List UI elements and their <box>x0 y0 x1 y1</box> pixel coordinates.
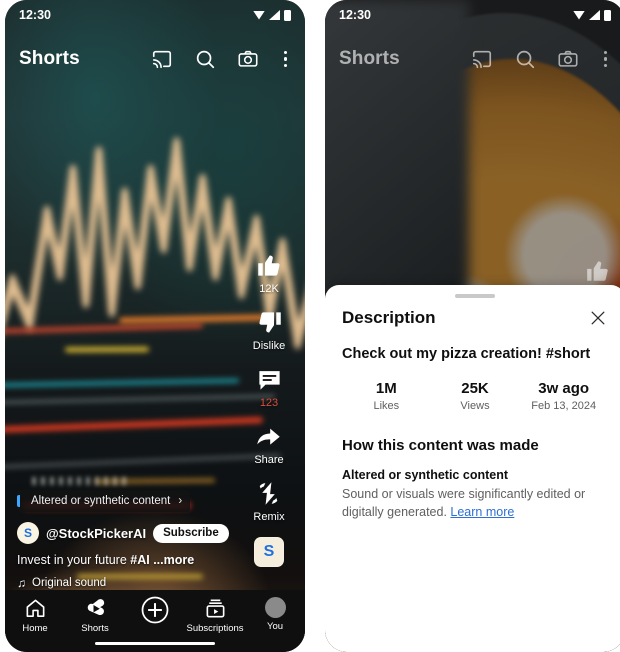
thumbs-up-icon-partial <box>585 258 611 284</box>
content-provenance-subtitle: Altered or synthetic content <box>342 468 508 482</box>
share-icon <box>255 423 282 450</box>
stat-likes-value: 1M <box>375 380 397 397</box>
stat-date: 3w ago Feb 13, 2024 <box>519 380 608 412</box>
sheet-title: Description <box>342 308 436 327</box>
status-bar: 12:30 <box>325 0 620 30</box>
stat-views-label: Views <box>460 400 490 412</box>
signal-icon <box>589 10 600 20</box>
shorts-icon <box>84 597 107 620</box>
top-bar-actions <box>151 48 291 70</box>
nav-item-shorts[interactable]: Shorts <box>65 597 125 634</box>
phone-right: 12:30 Shorts Description Check out my pi… <box>325 0 620 652</box>
nav-item-home[interactable]: Home <box>5 597 65 634</box>
cast-icon[interactable] <box>151 48 173 70</box>
status-time: 12:30 <box>339 8 371 22</box>
stat-likes: 1M Likes <box>342 380 431 412</box>
cast-icon[interactable] <box>471 48 493 70</box>
subscriptions-icon <box>204 597 227 620</box>
nav-label-shorts: Shorts <box>81 623 109 634</box>
battery-icon <box>604 9 611 21</box>
share-button[interactable]: Share <box>254 423 284 466</box>
altered-content-badge[interactable]: Altered or synthetic content › <box>17 490 191 512</box>
stat-date-value: 3w ago <box>538 380 590 397</box>
comment-icon <box>256 366 283 393</box>
sound-row[interactable]: ♫ Original sound <box>17 576 293 590</box>
sheet-caption: Check out my pizza creation! #short <box>342 346 591 362</box>
like-count: 12K <box>259 283 279 295</box>
thumbs-down-icon <box>256 309 283 336</box>
learn-more-link[interactable]: Learn more <box>450 505 514 519</box>
altered-content-badge-label: Altered or synthetic content <box>31 495 171 507</box>
status-icons <box>573 9 611 21</box>
thumbs-up-icon <box>256 252 283 279</box>
badge-accent-bar <box>17 495 20 507</box>
video-caption[interactable]: Invest in your future #AI ...more <box>17 553 293 567</box>
status-icons <box>253 9 291 21</box>
page-title: Shorts <box>339 48 400 69</box>
shorts-top-bar: Shorts <box>325 40 620 78</box>
nav-item-subscriptions[interactable]: Subscriptions <box>185 597 245 634</box>
battery-icon <box>284 9 291 21</box>
wifi-icon <box>573 10 585 20</box>
avatar-icon <box>264 597 286 618</box>
comments-button[interactable]: 123 <box>256 366 283 409</box>
avatar[interactable]: S <box>17 522 39 544</box>
stat-views: 25K Views <box>431 380 520 412</box>
caption-hashtag: #AI <box>130 553 154 567</box>
music-note-icon: ♫ <box>17 576 26 590</box>
stat-views-value: 25K <box>461 380 489 397</box>
subscribe-button[interactable]: Subscribe <box>153 523 229 543</box>
caption-more: ...more <box>153 553 195 567</box>
plus-circle-icon <box>140 595 170 625</box>
status-time: 12:30 <box>19 8 51 22</box>
search-icon[interactable] <box>194 48 216 70</box>
camera-icon[interactable] <box>237 48 259 70</box>
close-icon[interactable] <box>588 308 608 328</box>
status-bar: 12:30 <box>5 0 305 30</box>
more-vertical-icon[interactable] <box>280 50 291 68</box>
dislike-button[interactable]: Dislike <box>253 309 285 352</box>
nav-label-subscriptions: Subscriptions <box>186 623 244 634</box>
page-title: Shorts <box>19 48 80 69</box>
search-icon[interactable] <box>514 48 536 70</box>
description-sheet: Description Check out my pizza creation!… <box>325 285 620 652</box>
home-indicator <box>95 641 215 645</box>
like-button[interactable]: 12K <box>256 252 283 295</box>
sheet-drag-handle[interactable] <box>455 294 495 298</box>
share-label: Share <box>254 454 284 466</box>
sound-label: Original sound <box>32 577 107 589</box>
comment-count: 123 <box>259 397 279 409</box>
wifi-icon <box>253 10 265 20</box>
stat-date-label: Feb 13, 2024 <box>531 400 597 412</box>
nav-item-create[interactable] <box>125 595 185 625</box>
dislike-label: Dislike <box>252 340 286 352</box>
sheet-header: Description <box>342 308 608 328</box>
video-stats: 1M Likes 25K Views 3w ago Feb 13, 2024 <box>342 380 608 412</box>
caption-text: Invest in your future <box>17 553 131 567</box>
more-vertical-icon[interactable] <box>600 50 611 68</box>
content-provenance-heading: How this content was made <box>342 437 539 454</box>
shorts-meta: Altered or synthetic content › S @StockP… <box>5 490 305 590</box>
signal-icon <box>269 10 280 20</box>
phone-left: 12:30 Shorts 12K Dislike 123 Share Remix… <box>5 0 305 652</box>
content-provenance-body: Sound or visuals were significantly edit… <box>342 485 608 521</box>
nav-item-you[interactable]: You <box>245 597 305 632</box>
shorts-top-bar: Shorts <box>5 40 305 78</box>
nav-label-home: Home <box>22 623 48 634</box>
channel-handle[interactable]: @StockPickerAI <box>46 526 146 541</box>
stat-likes-label: Likes <box>373 400 400 412</box>
top-bar-actions <box>471 48 611 70</box>
camera-icon[interactable] <box>557 48 579 70</box>
chevron-right-icon: › <box>178 495 183 507</box>
home-icon <box>24 597 47 620</box>
nav-label-you: You <box>266 621 284 632</box>
screenshot-root: 12:30 Shorts 12K Dislike 123 Share Remix… <box>0 0 620 652</box>
channel-row: S @StockPickerAI Subscribe <box>17 522 293 544</box>
